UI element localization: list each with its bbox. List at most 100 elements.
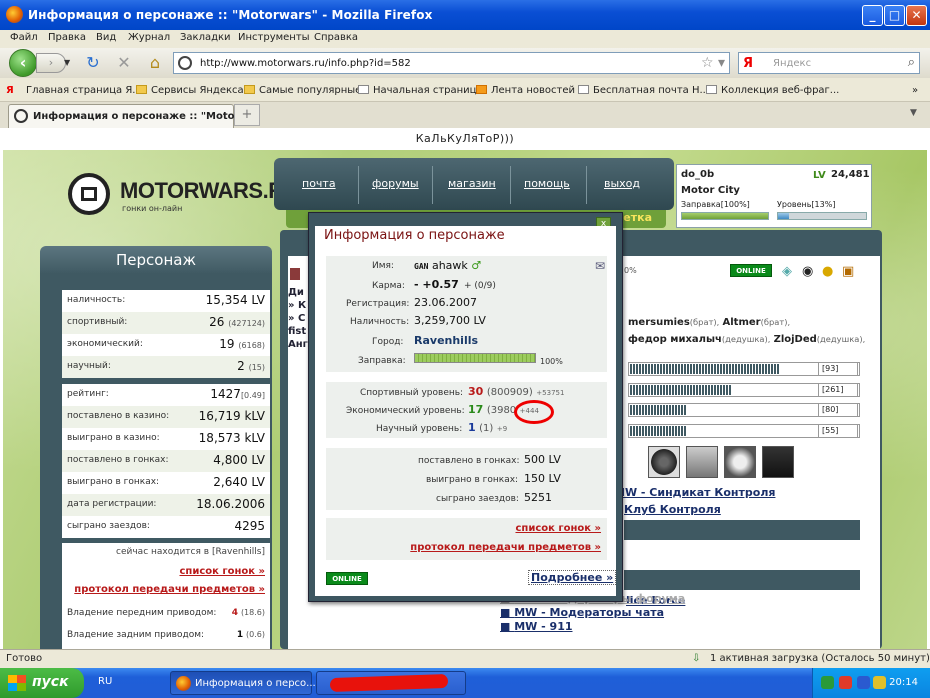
- transfer-log-link[interactable]: протокол передачи предметов »: [74, 584, 265, 595]
- menu-bar: Файл Правка Вид Журнал Закладки Инструме…: [0, 30, 930, 48]
- status-bar: Готово ⇩ 1 активная загрузка (Осталось 5…: [0, 649, 930, 668]
- popup-race-list-link[interactable]: список гонок »: [515, 523, 601, 534]
- stat-row: Владение задним приводом: 1 (0.6): [67, 630, 265, 640]
- status-icons: ONLINE ◈ ◉ ● ▣: [730, 264, 860, 282]
- site-favicon: [14, 109, 28, 123]
- bookmark-item[interactable]: Главная страница Я...: [26, 85, 142, 96]
- nav-mail[interactable]: почта: [302, 177, 336, 190]
- stop-icon[interactable]: ✕: [113, 52, 135, 74]
- field-label: сыграно заездов:: [436, 494, 519, 504]
- part-icon[interactable]: [762, 446, 794, 478]
- language-indicator[interactable]: RU: [98, 676, 112, 687]
- download-status[interactable]: 1 активная загрузка (Осталось 50 минут): [710, 653, 930, 664]
- race-list-link[interactable]: список гонок »: [179, 566, 265, 577]
- karma-detail: + (0/9): [464, 281, 496, 291]
- field-label: Имя:: [372, 261, 394, 271]
- bookmark-star-icon[interactable]: ☆ ▾: [701, 55, 725, 71]
- skill-value: [261]: [818, 383, 858, 397]
- relative-link[interactable]: Altmer: [723, 317, 761, 328]
- maximize-button[interactable]: □: [884, 5, 905, 26]
- browser-window: Информация о персонаже :: "Motorwars" - …: [0, 0, 930, 698]
- bookmark-item[interactable]: Начальная страница: [358, 85, 483, 96]
- nav-shop[interactable]: магазин: [448, 177, 496, 190]
- relative-link[interactable]: федор михалыч: [628, 334, 722, 345]
- popup-stats-box: поставлено в гонках: 500 LV выиграно в г…: [326, 448, 607, 510]
- tab-list-icon[interactable]: ▼: [910, 108, 917, 118]
- menu-view[interactable]: Вид: [96, 32, 116, 43]
- section-header: [624, 520, 860, 540]
- menu-help[interactable]: Справка: [314, 32, 358, 43]
- menu-file[interactable]: Файл: [10, 32, 38, 43]
- tray-icon[interactable]: [857, 676, 870, 689]
- home-icon[interactable]: ⌂: [144, 52, 166, 74]
- city-value: Ravenhills: [414, 334, 479, 347]
- url-bar[interactable]: http://www.motorwars.ru/info.php?id=582 …: [173, 52, 730, 74]
- diamond-icon: ◈: [782, 264, 792, 279]
- menu-history[interactable]: Журнал: [128, 32, 170, 43]
- site-favicon: [178, 56, 192, 70]
- fuel-percent: 100%: [540, 357, 563, 366]
- lv-label: LV: [813, 170, 826, 181]
- nav-logout[interactable]: выход: [604, 177, 640, 190]
- bookmark-item[interactable]: Бесплатная почта Н...: [578, 85, 709, 96]
- mod-link[interactable]: ■ MW - Модераторы чата: [500, 606, 690, 620]
- relative-link[interactable]: mersumies: [628, 317, 690, 328]
- new-tab-button[interactable]: +: [234, 104, 260, 126]
- bookmark-item[interactable]: Коллекция веб-фраг...: [706, 85, 839, 96]
- top-nav: почта форумы магазин помощь выход: [274, 158, 674, 210]
- download-icon[interactable]: ⇩: [692, 653, 700, 664]
- folder-icon: [244, 85, 255, 94]
- logo-name: MOTORWARS.RU: [120, 178, 299, 203]
- turbo-icon[interactable]: [724, 446, 756, 478]
- search-icon[interactable]: ⌕: [908, 55, 915, 70]
- back-button[interactable]: ‹: [9, 49, 37, 77]
- start-button[interactable]: пуск: [0, 668, 84, 698]
- stat-row: спортивный: 26 (427124): [62, 312, 270, 334]
- bookmark-item[interactable]: Самые популярные: [244, 85, 361, 96]
- logo-subtitle: гонки он-лайн: [122, 204, 183, 213]
- wheel-icon[interactable]: [648, 446, 680, 478]
- user-name[interactable]: do_0b: [681, 169, 714, 180]
- mod-link[interactable]: ■ MW - 911: [500, 620, 690, 634]
- menu-tools[interactable]: Инструменты: [238, 32, 310, 43]
- location-text: сейчас находится в [Ravenhills]: [116, 547, 265, 557]
- system-tray: 20:14: [812, 668, 930, 698]
- nav-help[interactable]: помощь: [524, 177, 570, 190]
- stat-row: поставлено в гонках: 4,800 LV: [62, 450, 270, 472]
- history-dropdown-icon[interactable]: ▼: [64, 53, 76, 73]
- club-link[interactable]: Клуб Контроля: [624, 501, 775, 518]
- bookmarks-overflow-icon[interactable]: »: [912, 85, 918, 96]
- search-box[interactable]: Я Яндекс ⌕: [738, 52, 920, 74]
- karma-value: - +0.57: [414, 278, 459, 291]
- tab-active[interactable]: Информация о персонаже :: "Motor...: [8, 104, 249, 128]
- highlight-circle: [514, 400, 554, 424]
- bookmark-item[interactable]: Лента новостей: [476, 85, 575, 96]
- forward-button[interactable]: ›: [36, 53, 66, 73]
- menu-edit[interactable]: Правка: [48, 32, 86, 43]
- nav-forums[interactable]: форумы: [372, 177, 419, 190]
- club-link[interactable]: MW - Синдикат Контроля: [614, 484, 775, 501]
- menu-bookmarks[interactable]: Закладки: [180, 32, 231, 43]
- stat-row: сыграно заездов: 4295: [67, 519, 265, 533]
- minimize-button[interactable]: _: [862, 5, 883, 26]
- stat-row: научный: 2 (15): [62, 356, 270, 378]
- mail-icon[interactable]: ✉: [595, 259, 605, 273]
- avatar: [290, 268, 300, 280]
- more-details-link[interactable]: Подробнее »: [528, 570, 617, 585]
- taskbar-firefox-button[interactable]: Информация о персо...: [170, 671, 316, 695]
- popup-online-badge: ONLINE: [326, 572, 368, 585]
- player-name: ahawk: [431, 259, 468, 272]
- engine-icon[interactable]: [686, 446, 718, 478]
- bookmark-item[interactable]: Сервисы Яндекса: [136, 85, 244, 96]
- close-button[interactable]: ✕: [906, 5, 927, 26]
- popup-links-box: список гонок » протокол передачи предмет…: [326, 518, 607, 560]
- tray-icon[interactable]: [821, 676, 834, 689]
- relative-link[interactable]: ZlojDed: [774, 334, 817, 345]
- stat-value: 5251: [524, 491, 552, 504]
- field-label: Город:: [372, 337, 404, 347]
- reload-icon[interactable]: ↻: [82, 52, 104, 74]
- skill-value: [93]: [818, 362, 858, 376]
- tray-icon[interactable]: [839, 676, 852, 689]
- popup-transfer-log-link[interactable]: протокол передачи предметов »: [410, 542, 601, 553]
- tray-warning-icon[interactable]: [873, 676, 886, 689]
